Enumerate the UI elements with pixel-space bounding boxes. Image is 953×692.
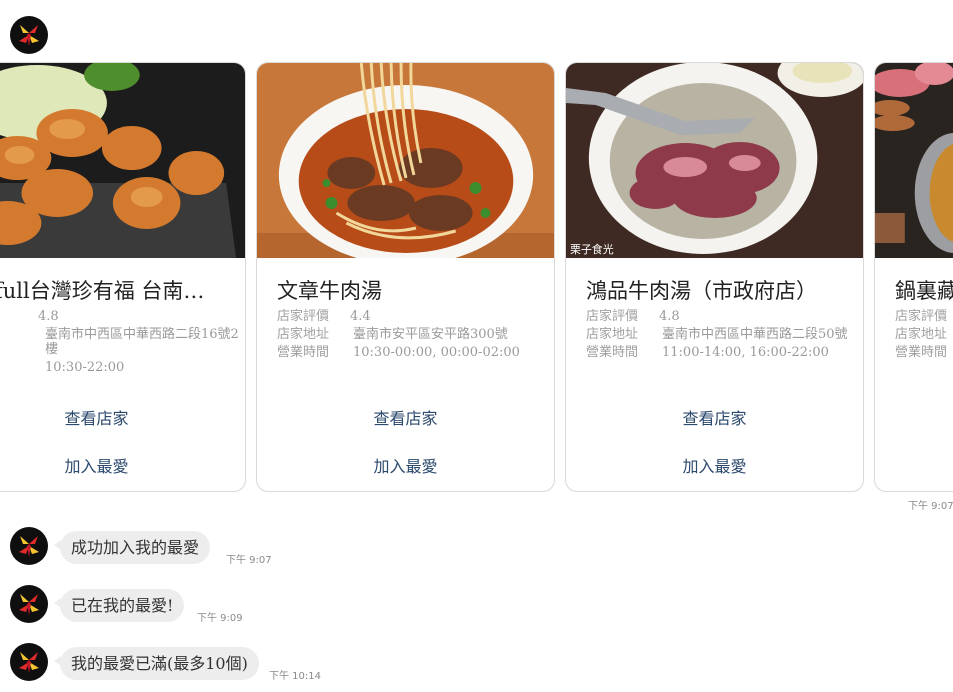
hours-label: 營業時間	[895, 345, 948, 360]
message-timestamp: 下午 9:09	[197, 613, 243, 624]
hours-value: 10:30-00:00, 00:00-02:00	[353, 345, 520, 360]
store-carousel[interactable]: full台灣珍有福 台南… 評價4.8 地址臺南市中西區中華西路二段16號2樓 …	[0, 62, 953, 492]
view-store-button[interactable]: 查看店家	[566, 405, 863, 429]
message-timestamp: 下午 10:14	[269, 671, 321, 682]
rating-value: 4.4	[350, 309, 371, 324]
add-favorite-button[interactable]: 加入最愛	[0, 453, 245, 477]
store-info: 評價4.8 地址臺南市中西區中華西路二段16號2樓 時間10:30-22:00	[0, 309, 242, 378]
rating-value: 4.8	[38, 309, 59, 324]
add-favorite-button[interactable]: 加入最愛	[566, 453, 863, 477]
view-store-button[interactable]: 查看店家	[257, 405, 554, 429]
maple-leaf-logo-icon	[19, 25, 39, 46]
address-value: 臺南市安平區安平路300號	[353, 327, 508, 342]
maple-leaf-logo-icon	[19, 652, 39, 673]
beef-soup-photo: 栗子食光	[566, 63, 863, 258]
store-photo[interactable]: 栗子食光	[566, 63, 863, 258]
store-info: 店家評價 4.4 店家地址 臺南市安平區安平路300號 營業時間 10:30-00:0…	[277, 309, 547, 363]
rating-value: 4.8	[659, 309, 680, 324]
store-title: 鴻品牛肉湯（市政府店）	[586, 279, 817, 303]
beef-noodle-photo	[257, 63, 554, 258]
bot-avatar	[10, 527, 48, 565]
address-label: 店家地址	[586, 327, 639, 342]
message-timestamp: 下午 9:07	[226, 555, 272, 566]
bot-avatar	[10, 585, 48, 623]
bot-avatar	[10, 643, 48, 681]
hotpot-photo	[875, 63, 953, 258]
store-photo[interactable]	[0, 63, 245, 258]
store-card: 鍋裏藏 店家評價 店家地址 營業時間	[874, 62, 953, 492]
fried-chicken-photo	[0, 63, 245, 258]
bot-avatar	[10, 16, 48, 54]
hours-value: 10:30-22:00	[45, 360, 125, 375]
address-label: 店家地址	[895, 327, 948, 342]
hours-label: 營業時間	[586, 345, 639, 360]
store-title: 文章牛肉湯	[277, 279, 382, 303]
store-card: 文章牛肉湯 店家評價 4.4 店家地址 臺南市安平區安平路300號 營業時間 10:3…	[256, 62, 555, 492]
store-card: 栗子食光 鴻品牛肉湯（市政府店） 店家評價 4.8 店家地址 臺南市中西區中華西路二…	[565, 62, 864, 492]
photo-watermark: 栗子食光	[570, 242, 614, 256]
rating-label: 店家評價	[895, 309, 948, 324]
message-bubble: 已在我的最愛!	[53, 589, 185, 622]
store-title: 鍋裏藏	[895, 279, 953, 303]
add-favorite-button[interactable]: 加入最愛	[257, 453, 554, 477]
maple-leaf-logo-icon	[19, 594, 39, 615]
message-bubble: 成功加入我的最愛	[53, 531, 211, 564]
store-photo[interactable]	[875, 63, 953, 258]
rating-label: 店家評價	[277, 309, 330, 324]
hours-value: 11:00-14:00, 16:00-22:00	[662, 345, 829, 360]
store-info: 店家評價 店家地址 營業時間	[895, 309, 953, 363]
rating-label: 店家評價	[586, 309, 639, 324]
address-value: 臺南市中西區中華西路二段50號	[662, 327, 848, 342]
hours-label: 營業時間	[277, 345, 330, 360]
view-store-button[interactable]: 查看店家	[0, 405, 245, 429]
maple-leaf-logo-icon	[19, 536, 39, 557]
address-label: 地址	[0, 327, 45, 357]
store-photo[interactable]	[257, 63, 554, 258]
store-card: full台灣珍有福 台南… 評價4.8 地址臺南市中西區中華西路二段16號2樓 …	[0, 62, 246, 492]
carousel-timestamp: 下午 9:07	[908, 501, 953, 512]
address-value: 臺南市中西區中華西路二段16號2樓	[45, 327, 239, 357]
message-bubble: 我的最愛已滿(最多10個)	[54, 647, 259, 680]
address-label: 店家地址	[277, 327, 330, 342]
hours-label: 時間	[0, 360, 45, 375]
rating-label: 評價	[0, 309, 38, 324]
store-title: full台灣珍有福 台南…	[0, 279, 205, 303]
store-info: 店家評價 4.8 店家地址 臺南市中西區中華西路二段50號 營業時間 11:00-14…	[586, 309, 856, 363]
